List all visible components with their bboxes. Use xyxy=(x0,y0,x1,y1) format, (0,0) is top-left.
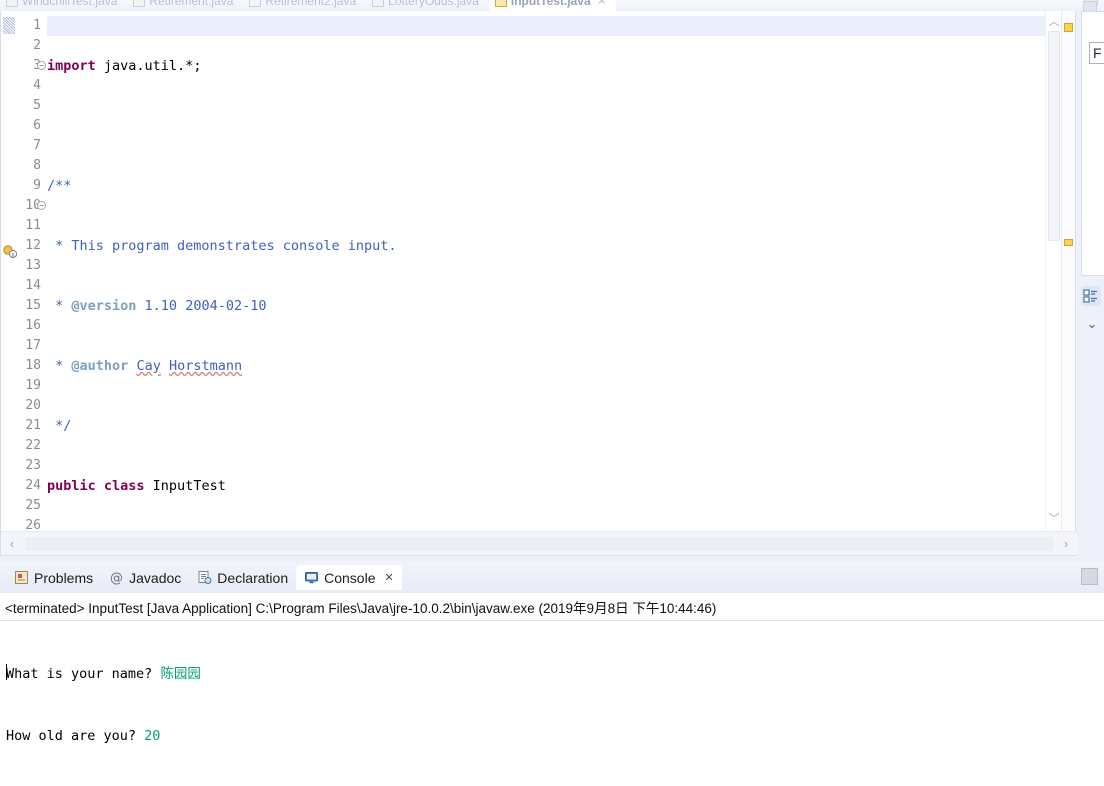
marker-warning-icon[interactable] xyxy=(1064,239,1073,246)
console-prompt: What is your name? xyxy=(6,666,161,682)
editor-tab-strip: WindchillTest.java Retirement.java Retir… xyxy=(0,0,1104,11)
console-view[interactable]: <terminated> InputTest [Java Application… xyxy=(0,593,1104,786)
marker-warning-icon[interactable] xyxy=(1064,23,1073,32)
java-file-icon xyxy=(6,0,18,7)
editor-tab-retirement[interactable]: Retirement.java xyxy=(127,0,243,11)
editor-tab-label: InputTest.java xyxy=(510,0,591,8)
console-user-input: 20 xyxy=(144,727,161,744)
tab-label: Javadoc xyxy=(129,569,182,586)
maximize-icon[interactable] xyxy=(1081,568,1098,585)
current-line-marker-icon xyxy=(3,17,15,34)
editor-tab-list: WindchillTest.java Retirement.java Retir… xyxy=(0,0,617,11)
scroll-right-icon[interactable]: › xyxy=(1055,536,1077,551)
eclipse-window: WindchillTest.java Retirement.java Retir… xyxy=(0,0,1104,786)
overview-ruler[interactable] xyxy=(1061,11,1075,530)
folding-column[interactable]: − − xyxy=(37,11,47,555)
editor-tab-inputtest[interactable]: InputTest.java ✕ xyxy=(488,0,617,11)
quickfix-warning-icon[interactable] xyxy=(3,245,18,259)
editor-tab-label: Retirement.java xyxy=(149,0,234,8)
fold-toggle-icon[interactable]: − xyxy=(37,61,46,70)
java-file-icon xyxy=(133,0,146,7)
editor-tab-label: LotteryOdds.java xyxy=(388,0,479,8)
console-line-1: What is your name? 陈园园 xyxy=(6,664,1104,685)
tab-problems[interactable]: Problems xyxy=(6,565,101,590)
tab-console[interactable]: Console ✕ xyxy=(296,565,402,590)
code-line-4: * This program demonstrates console inpu… xyxy=(47,238,397,254)
editor-tab-label: WindchillTest.java xyxy=(22,0,118,8)
console-toolbar xyxy=(1081,568,1098,585)
code-line-5: * @version 1.10 2004-02-10 xyxy=(47,298,267,314)
right-side-panel: F ⌄ xyxy=(1077,1,1104,556)
editor-gutter[interactable]: 1 2 3 4 5 6 7 8 9 10 11 12 13 14 15 16 1… xyxy=(1,11,47,555)
annotation-column[interactable] xyxy=(1,11,18,555)
tab-label: Declaration xyxy=(217,569,289,586)
editor-tab-label: Retirement2.java xyxy=(265,0,357,8)
close-icon[interactable]: ✕ xyxy=(385,571,394,584)
code-line-3: /** xyxy=(47,178,72,194)
close-icon[interactable]: ✕ xyxy=(598,0,606,7)
problems-icon xyxy=(14,570,29,585)
code-editor[interactable]: 1 2 3 4 5 6 7 8 9 10 11 12 13 14 15 16 1… xyxy=(0,11,1077,734)
scrollbar-thumb[interactable] xyxy=(1048,31,1060,241)
svg-text:@: @ xyxy=(110,571,123,585)
chevron-down-icon[interactable]: ⌄ xyxy=(1083,316,1101,332)
tab-label: Console xyxy=(324,569,376,586)
declaration-icon xyxy=(197,570,212,585)
bottom-panel: Problems @ Javadoc Declaration Console ✕… xyxy=(0,562,1104,786)
code-line-1: import java.util.*; xyxy=(47,58,202,74)
code-line-8: public class InputTest xyxy=(47,478,226,494)
console-prompt: How old are you? xyxy=(6,727,145,744)
text-caret xyxy=(6,664,7,680)
editor-tab-retirement2[interactable]: Retirement2.java xyxy=(243,0,366,11)
outline-view-icon[interactable] xyxy=(1081,286,1101,306)
bottom-panel-tab-strip: Problems @ Javadoc Declaration Console ✕ xyxy=(0,562,1104,593)
editor-tab-windchilltest[interactable]: WindchillTest.java xyxy=(0,0,127,11)
console-line-2: How old are you? 20 xyxy=(6,726,1104,747)
code-line-6: * @author Cay Horstmann xyxy=(47,358,243,374)
fold-toggle-icon[interactable]: − xyxy=(37,201,46,210)
java-file-icon xyxy=(372,0,385,7)
tab-javadoc[interactable]: @ Javadoc xyxy=(101,565,189,590)
scroll-left-icon[interactable]: ‹ xyxy=(1,536,23,551)
console-icon xyxy=(304,570,319,585)
javadoc-at-icon: @ xyxy=(109,570,124,586)
tab-declaration[interactable]: Declaration xyxy=(189,565,296,590)
tab-label: Problems xyxy=(34,569,94,586)
right-panel-text-field[interactable]: F xyxy=(1089,42,1104,64)
editor-tab-lotteryodds[interactable]: LotteryOdds.java xyxy=(366,0,489,11)
console-user-input: 陈园园 xyxy=(160,666,201,682)
editor-horizontal-scrollbar[interactable]: ‹ › xyxy=(1,531,1077,555)
scroll-up-icon[interactable]: ︿ xyxy=(1047,15,1061,29)
editor-vertical-scrollbar[interactable]: ︿ ﹀ xyxy=(1045,11,1061,530)
code-line-7: */ xyxy=(47,418,72,434)
java-file-icon xyxy=(249,0,262,7)
scrollbar-track[interactable] xyxy=(25,536,1053,551)
scroll-down-icon[interactable]: ﹀ xyxy=(1047,512,1061,526)
java-file-icon xyxy=(494,0,507,7)
right-panel-card: F xyxy=(1081,11,1104,276)
console-output[interactable]: What is your name? 陈园园 How old are you? … xyxy=(0,621,1104,786)
console-status-line: <terminated> InputTest [Java Application… xyxy=(0,594,1104,621)
